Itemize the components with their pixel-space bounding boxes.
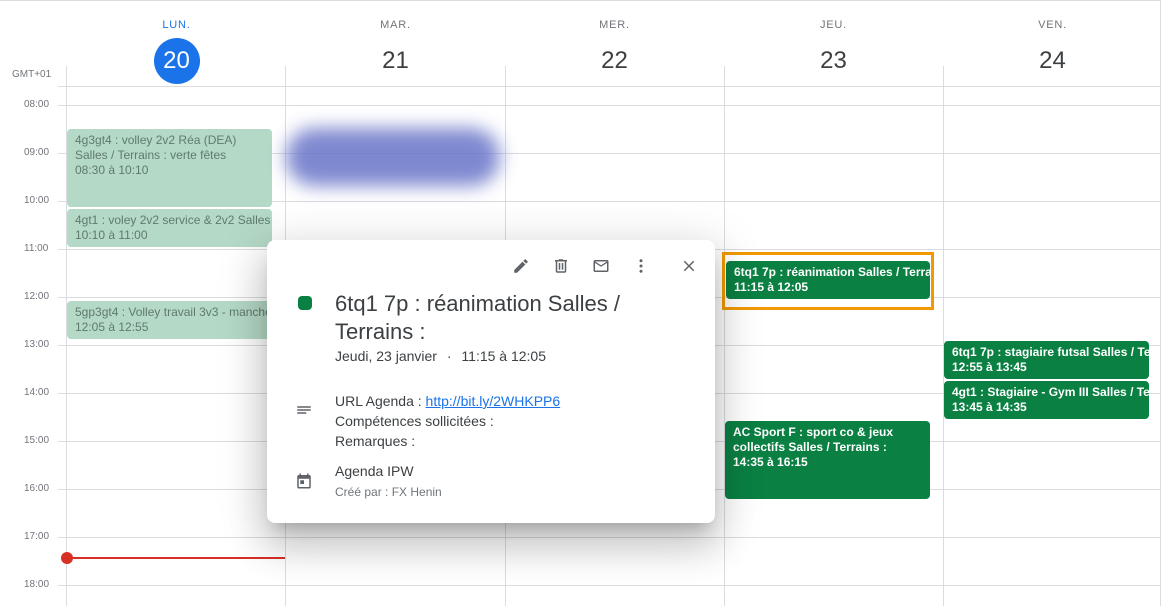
- current-time-line: [67, 557, 285, 559]
- event-title: 6tq1 7p : réanimation Salles / Terrains: [734, 265, 930, 279]
- popup-event-datetime: Jeudi, 23 janvier · 11:15 à 12:05: [335, 348, 546, 364]
- event-color-swatch: [298, 296, 312, 310]
- day-name: MAR.: [380, 19, 411, 31]
- hour-line: [58, 537, 1161, 538]
- date-separator: ·: [446, 348, 452, 364]
- day-header-tuesday[interactable]: MAR. 21: [286, 0, 505, 86]
- day-name: LUN.: [162, 19, 191, 31]
- day-number[interactable]: 24: [1030, 38, 1076, 84]
- event-time: 12:05 à 12:55: [75, 320, 149, 334]
- event-details-popup: 6tq1 7p : réanimation Salles / Terrains …: [267, 240, 715, 523]
- event-monday-volley-3v3[interactable]: 5gp3gt4 : Volley travail 3v3 - manche 12…: [67, 301, 272, 339]
- popup-calendar-name: Agenda IPW: [335, 463, 414, 479]
- day-number[interactable]: 23: [811, 38, 857, 84]
- day-number[interactable]: 21: [373, 38, 419, 84]
- hour-label: 17:00: [24, 531, 50, 542]
- day-header-wednesday[interactable]: MER. 22: [505, 0, 724, 86]
- edit-icon[interactable]: [509, 254, 533, 278]
- event-time: 12:55 à 13:45: [952, 360, 1027, 374]
- delete-icon[interactable]: [549, 254, 573, 278]
- hour-label: 15:00: [24, 435, 50, 446]
- hour-label: 18:00: [24, 579, 50, 590]
- hour-label: 10:00: [24, 195, 50, 206]
- current-time-dot: [61, 552, 73, 564]
- hour-line: [58, 105, 1161, 106]
- event-friday-gym[interactable]: 4gt1 : Stagiaire - Gym III Salles / Terr…: [944, 381, 1149, 419]
- day-number-today[interactable]: 20: [153, 38, 200, 84]
- timezone-label: GMT+01: [12, 69, 52, 80]
- day-name: JEU.: [819, 19, 848, 31]
- day-name: VEN.: [1038, 19, 1067, 31]
- event-thursday-reanimation[interactable]: 6tq1 7p : réanimation Salles / Terrains …: [726, 261, 930, 299]
- close-icon[interactable]: [677, 254, 701, 278]
- event-friday-futsal[interactable]: 6tq1 7p : stagiaire futsal Salles / Terr…: [944, 341, 1149, 379]
- popup-event-title: 6tq1 7p : réanimation Salles / Terrains …: [335, 291, 620, 344]
- hour-label: 13:00: [24, 339, 50, 350]
- event-title: 4gt1 : Stagiaire - Gym III Salles / Terr…: [952, 385, 1149, 399]
- event-tuesday-redacted[interactable]: [286, 128, 500, 186]
- url-label: URL Agenda :: [335, 393, 426, 409]
- day-column-divider: [943, 66, 944, 606]
- email-icon[interactable]: [589, 254, 613, 278]
- day-column-divider: [724, 66, 725, 606]
- event-time: 08:30 à 10:10: [75, 163, 149, 177]
- event-time: 11:15 à 12:05: [734, 280, 809, 294]
- day-header-monday[interactable]: LUN. 20: [67, 0, 286, 86]
- agenda-url-link[interactable]: http://bit.ly/2WHKPP6: [426, 393, 561, 409]
- description-icon: [295, 401, 313, 419]
- day-header-thursday[interactable]: JEU. 23: [724, 0, 943, 86]
- hour-label: 16:00: [24, 483, 50, 494]
- event-title: 5gp3gt4 : Volley travail 3v3 - manche: [75, 305, 272, 319]
- event-title: 6tq1 7p : stagiaire futsal Salles / Terr…: [952, 345, 1149, 359]
- day-name: MER.: [599, 19, 630, 31]
- hour-label: 08:00: [24, 99, 50, 110]
- hour-line: [58, 585, 1161, 586]
- hour-label: 09:00: [24, 147, 50, 158]
- hour-label: 12:00: [24, 291, 50, 302]
- hour-label: 11:00: [24, 243, 49, 254]
- event-title: AC Sport F : sport co & jeux collectifs …: [733, 425, 894, 454]
- popup-description: URL Agenda : http://bit.ly/2WHKPP6 Compé…: [335, 391, 560, 451]
- remarks-line: Remarques :: [335, 433, 416, 449]
- popup-creator: Créé par : FX Henin: [335, 485, 442, 499]
- header-divider: [58, 86, 1161, 87]
- event-time: 14:35 à 16:15: [733, 455, 808, 469]
- event-time: 10:10 à 11:00: [75, 228, 148, 242]
- more-options-icon[interactable]: [629, 254, 653, 278]
- hour-label: 14:00: [24, 387, 50, 398]
- event-monday-voley-service[interactable]: 4gt1 : voley 2v2 service & 2v2 Salles 10…: [67, 209, 272, 247]
- calendar-icon: [295, 472, 313, 490]
- event-thursday-ac-sport[interactable]: AC Sport F : sport co & jeux collectifs …: [725, 421, 930, 499]
- event-monday-volley-rea[interactable]: 4g3gt4 : volley 2v2 Réa (DEA) Salles / T…: [67, 129, 272, 207]
- skills-line: Compétences sollicitées :: [335, 413, 494, 429]
- day-header-friday[interactable]: VEN. 24: [943, 0, 1161, 86]
- event-title: 4g3gt4 : volley 2v2 Réa (DEA) Salles / T…: [75, 133, 237, 162]
- event-time-range: 11:15 à 12:05: [461, 348, 547, 364]
- event-title: 4gt1 : voley 2v2 service & 2v2 Salles: [75, 213, 271, 227]
- event-time: 13:45 à 14:35: [952, 400, 1027, 414]
- event-date: Jeudi, 23 janvier: [335, 348, 437, 364]
- day-number[interactable]: 22: [592, 38, 638, 84]
- top-border: [0, 0, 1161, 1]
